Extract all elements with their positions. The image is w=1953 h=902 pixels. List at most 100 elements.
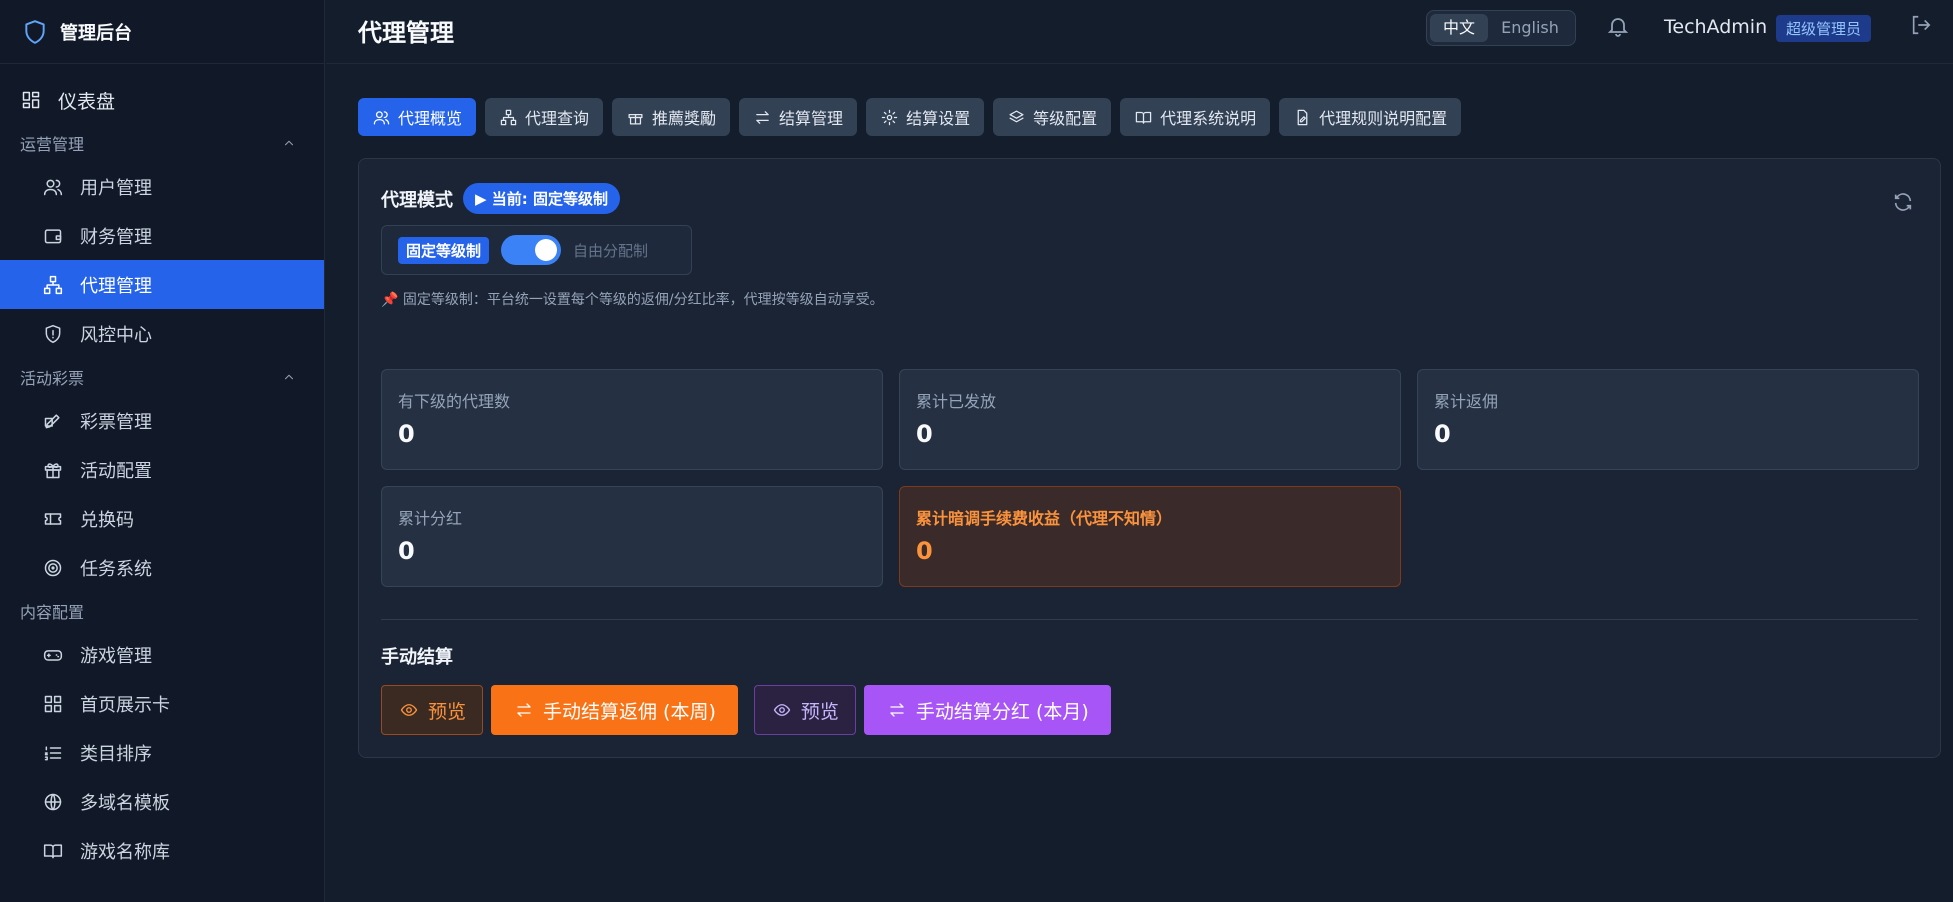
refresh-icon[interactable] [1892,191,1914,217]
sidebar-section-operations[interactable]: 运营管理 [0,124,324,162]
sidebar-item-label: 风控中心 [80,324,152,346]
bell-icon[interactable] [1606,14,1630,42]
sidebar-item-lottery[interactable]: 彩票管理 [0,396,324,445]
sidebar-item-home-cards[interactable]: 首页展示卡 [0,679,324,728]
sidebar-item-label: 代理管理 [80,275,152,297]
stat-label: 累计返佣 [1434,392,1499,411]
brand[interactable]: 管理后台 [0,0,324,64]
brand-title: 管理后台 [60,22,132,44]
sidebar-item-label: 财务管理 [80,226,152,248]
lang-en-button[interactable]: English [1488,14,1572,42]
sidebar-item-agents[interactable]: 代理管理 [0,260,324,309]
tab-label: 推薦獎勵 [652,109,717,128]
book-open-icon [1134,108,1152,126]
tab-agent-system-docs[interactable]: 代理系统说明 [1120,98,1271,136]
code-ticket-icon [42,508,64,530]
current-mode-badge: ▶ 当前: 固定等级制 [463,183,620,214]
gear-icon [880,108,898,126]
preview-dividend-button[interactable]: 预览 [753,685,856,735]
book-icon [42,840,64,862]
gift-icon [42,459,64,481]
section-title: 活动彩票 [20,369,85,388]
tab-bar: 代理概览 代理查询 推薦獎勵 结算管理 结算设置 等级配置 代理系统说明 代理规… [358,98,1462,136]
sidebar-item-activity[interactable]: 活动配置 [0,445,324,494]
users-icon [42,176,64,198]
mode-toggle-switch[interactable] [501,235,562,265]
tab-settlement-management[interactable]: 结算管理 [739,98,858,136]
free-allocation-option[interactable]: 自由分配制 [573,240,648,261]
swap-icon [886,699,908,721]
fixed-level-option[interactable]: 固定等级制 [398,236,490,264]
topbar: 代理管理 中文 English TechAdmin 超级管理员 [326,0,1953,64]
tab-label: 等级配置 [1033,109,1098,128]
role-badge: 超级管理员 [1776,15,1872,42]
lang-zh-button[interactable]: 中文 [1430,14,1488,42]
list-ordered-icon [42,742,64,764]
tab-label: 代理查询 [525,109,590,128]
ticket-icon [42,410,64,432]
sidebar-item-users[interactable]: 用户管理 [0,162,324,211]
tab-label: 代理规则说明配置 [1319,109,1448,128]
file-edit-icon [1293,108,1311,126]
stat-value: 0 [398,537,415,565]
sidebar-item-label: 仪表盘 [58,90,116,113]
eye-icon [398,699,420,721]
divider [381,619,1918,620]
button-label: 预览 [428,700,467,723]
sidebar-item-dashboard[interactable]: 仪表盘 [0,76,324,124]
settle-dividend-monthly-button[interactable]: 手动结算分红 (本月) [863,685,1111,735]
gamepad-icon [42,644,64,666]
shield-logo-icon [22,19,48,45]
stat-card-agents-with-subs: 有下级的代理数 0 [381,369,883,470]
stat-label: 有下级的代理数 [398,392,511,411]
tab-agent-query[interactable]: 代理查询 [485,98,604,136]
sidebar-item-risk[interactable]: 风控中心 [0,309,324,358]
sidebar-item-finance[interactable]: 财务管理 [0,211,324,260]
layers-icon [1007,108,1025,126]
tab-level-config[interactable]: 等级配置 [993,98,1112,136]
sidebar-section-content[interactable]: 内容配置 [0,592,324,630]
tab-referral-rewards[interactable]: 推薦獎勵 [612,98,731,136]
manual-settlement-title: 手动结算 [381,647,453,668]
tab-label: 结算设置 [906,109,971,128]
sidebar-item-games[interactable]: 游戏管理 [0,630,324,679]
agent-mode-label: 代理模式 [381,189,453,211]
stat-card-total-paid: 累计已发放 0 [899,369,1401,470]
stat-label: 累计已发放 [916,392,997,411]
swap-icon [513,699,535,721]
sidebar-item-category-sort[interactable]: 类目排序 [0,728,324,777]
button-label: 手动结算返佣 (本周) [543,700,716,723]
tab-agent-overview[interactable]: 代理概览 [358,98,477,136]
sidebar-item-game-names[interactable]: 游戏名称库 [0,826,324,875]
username[interactable]: TechAdmin [1664,16,1767,38]
tab-agent-rules-config[interactable]: 代理规则说明配置 [1279,98,1462,136]
target-icon [42,557,64,579]
dashboard-grid-icon [20,89,42,111]
gift-icon [626,108,644,126]
sidebar-item-redeem[interactable]: 兑换码 [0,494,324,543]
manual-settlement-actions: 预览 手动结算返佣 (本周) 预览 手动结算分红 (本月) [381,685,1111,735]
settle-rebate-weekly-button[interactable]: 手动结算返佣 (本周) [491,685,738,735]
tab-label: 代理概览 [398,109,463,128]
tab-settlement-settings[interactable]: 结算设置 [866,98,985,136]
page-title: 代理管理 [358,19,454,47]
eye-icon [771,699,793,721]
sidebar-item-label: 兑换码 [80,509,134,531]
stat-label: 累计暗调手续费收益（代理不知情） [916,509,1173,528]
preview-rebate-button[interactable]: 预览 [381,685,484,735]
button-label: 手动结算分红 (本月) [915,700,1089,723]
section-title: 内容配置 [20,603,85,622]
mode-switch-box: 固定等级制 自由分配制 [381,225,692,275]
shield-icon [42,323,64,345]
sidebar-item-label: 游戏名称库 [80,841,170,863]
sidebar-item-domain-templates[interactable]: 多域名模板 [0,777,324,826]
network-icon [42,274,64,296]
tab-label: 结算管理 [779,109,844,128]
tab-label: 代理系统说明 [1160,109,1257,128]
network-icon [499,108,517,126]
swap-icon [753,108,771,126]
sidebar-item-tasks[interactable]: 任务系统 [0,543,324,592]
logout-icon[interactable] [1910,14,1932,40]
chevron-up-icon [278,366,300,388]
sidebar-section-lottery[interactable]: 活动彩票 [0,358,324,396]
